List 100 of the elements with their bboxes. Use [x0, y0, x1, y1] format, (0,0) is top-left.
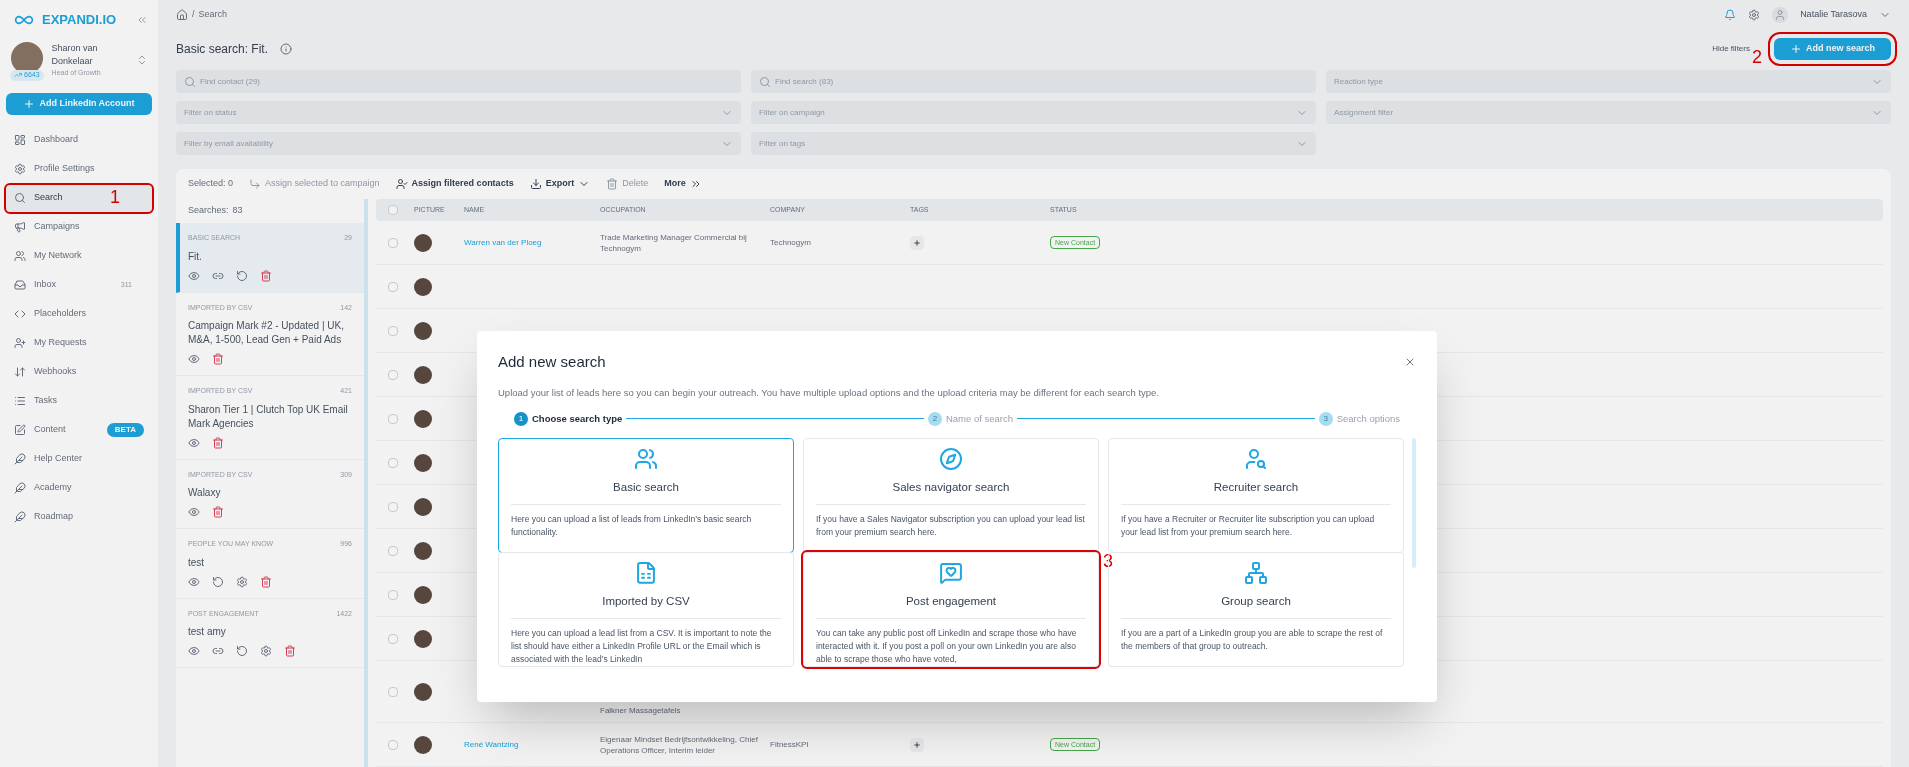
trend-icon	[14, 71, 22, 80]
user-icon	[395, 178, 408, 190]
avatar	[414, 682, 432, 701]
refresh-icon[interactable]	[236, 269, 248, 282]
nav-item[interactable]: My Network	[6, 242, 152, 270]
search-name: test amy	[188, 625, 227, 639]
avatar	[414, 585, 432, 604]
checkbox[interactable]	[388, 369, 398, 380]
settings-icon[interactable]	[236, 575, 248, 588]
checkbox[interactable]	[388, 237, 398, 248]
checkbox[interactable]	[388, 205, 398, 215]
home-icon[interactable]	[176, 8, 188, 21]
checkbox[interactable]	[388, 325, 398, 336]
add-tag-icon[interactable]	[910, 235, 924, 250]
checkbox[interactable]	[388, 501, 398, 512]
eye-icon[interactable]	[188, 269, 200, 282]
nav-item[interactable]: Dashboard	[6, 126, 152, 154]
nav-item[interactable]: Content BETA	[6, 416, 152, 444]
checkbox[interactable]	[388, 413, 398, 424]
nav-item[interactable]: Profile Settings	[6, 155, 152, 183]
trash-icon[interactable]	[260, 269, 272, 282]
search-icon	[184, 75, 196, 88]
trash-icon[interactable]	[212, 436, 224, 449]
breadcrumb-separator: /	[192, 7, 195, 21]
scrollbar[interactable]	[1412, 438, 1416, 568]
collapse-icon[interactable]	[136, 14, 148, 26]
search-type-card[interactable]: Post engagement You can take any public post off LinkedIn and scrape those who have interacted with it. If you post a poll on your own LinkedIn you are also able to scrape those who have voted,	[803, 552, 1099, 667]
nav-item[interactable]: Roadmap	[6, 503, 152, 531]
dashboard-icon	[14, 134, 26, 146]
card-description: You can take any public post off LinkedIn and scrape those who have interacted with it. If you post a poll on your own LinkedIn you are also able to scrape those who have voted,	[816, 627, 1078, 666]
eye-icon[interactable]	[188, 506, 200, 518]
toolbar-action[interactable]: Export	[529, 177, 591, 191]
settings-icon[interactable]	[260, 645, 272, 657]
add-tag-icon[interactable]	[910, 737, 924, 752]
checkbox[interactable]	[388, 589, 398, 600]
eye-icon[interactable]	[188, 436, 200, 449]
search-name: test	[188, 555, 206, 570]
settings-icon[interactable]	[1748, 8, 1761, 21]
checkbox[interactable]	[388, 686, 398, 697]
card-title: Basic search	[613, 480, 679, 495]
nav-item[interactable]: Webhooks	[6, 358, 152, 386]
hide-filters-link[interactable]: Hide filters	[1712, 42, 1750, 55]
user-name[interactable]: Natalie Tarasova	[1800, 7, 1867, 22]
nav-item[interactable]: Academy	[6, 474, 152, 502]
avatar	[414, 409, 432, 428]
avatar-icon	[1772, 6, 1789, 23]
eye-icon[interactable]	[188, 353, 200, 365]
arrows-icon	[14, 366, 26, 378]
avatar	[414, 453, 432, 472]
bell-icon[interactable]	[1724, 8, 1737, 21]
nav-item[interactable]: My Requests	[6, 329, 152, 357]
feather-icon	[14, 511, 26, 523]
eye-icon[interactable]	[188, 575, 200, 588]
checkbox[interactable]	[388, 739, 398, 750]
avatar	[414, 365, 432, 384]
user-name: Sharon van Donkelaar	[51, 42, 99, 68]
trash-icon[interactable]	[284, 645, 296, 657]
card-description: If you have a Recruiter or Recruiter lite subscription you can upload your lead list from your premium search here.	[1121, 513, 1376, 540]
checkbox[interactable]	[388, 281, 398, 292]
link-icon[interactable]	[212, 645, 224, 657]
annotation-number: 1	[110, 187, 120, 206]
users-icon	[14, 250, 26, 262]
trash-icon[interactable]	[260, 575, 272, 588]
search-type-card[interactable]: Imported by CSV Here you can upload a lead list from a CSV. It is important to note the list should have either a LinkedIn Profile URL or the Email which is associated with the lead’s LinkedIn	[498, 552, 794, 667]
group-icon	[1244, 561, 1268, 585]
card-title: Imported by CSV	[602, 593, 690, 609]
nav-item[interactable]: Help Center	[6, 445, 152, 473]
inbox-icon	[14, 279, 26, 291]
step-number: 2	[927, 411, 942, 426]
add-account-button[interactable]: Add LinkedIn Account	[6, 92, 152, 115]
contact-name[interactable]: Warren van der Ploeg	[464, 237, 542, 247]
checkbox[interactable]	[388, 633, 398, 644]
info-icon[interactable]	[280, 42, 293, 55]
search-name: Campaign Mark #2 - Updated | UK, M&A, 1-500, Lead Gen + Paid Ads	[188, 319, 345, 347]
user-search-icon	[1244, 447, 1268, 471]
card-title: Sales navigator search	[892, 480, 1010, 495]
company: FitnessKPI	[770, 739, 809, 749]
refresh-icon[interactable]	[212, 575, 224, 588]
trash-icon[interactable]	[212, 353, 224, 365]
occupation: Falkner Massagetafels	[600, 705, 682, 717]
occupation: Eigenaar Mindset Bedrijfsontwikkeling, Chief Operations Officer, Interim leider	[600, 733, 759, 756]
feather-icon	[14, 482, 26, 494]
toolbar-action[interactable]: Assign filtered contacts	[395, 177, 514, 191]
eye-icon[interactable]	[188, 645, 200, 657]
switch-icon[interactable]	[136, 54, 148, 66]
refresh-icon[interactable]	[236, 645, 248, 657]
nav-item[interactable]: Placeholders	[6, 300, 152, 328]
avatar	[414, 277, 432, 296]
trash-icon[interactable]	[212, 506, 224, 518]
nav-item[interactable]: Tasks	[6, 387, 152, 415]
page-title: Basic search: Fit.	[176, 40, 269, 58]
toolbar-action[interactable]: More	[664, 177, 702, 191]
contact-name[interactable]: René Wantzing	[464, 739, 519, 749]
step-number: 1	[514, 411, 528, 426]
checkbox[interactable]	[388, 457, 398, 468]
breadcrumb[interactable]: Search	[198, 7, 228, 22]
avatar	[414, 497, 432, 516]
checkbox[interactable]	[388, 545, 398, 556]
nav-item[interactable]: Campaigns	[6, 213, 152, 241]
card-description: Here you can upload a lead list from a CSV. It is important to note the list should have either a LinkedIn Profile URL or the Email which is associated with the lead’s LinkedIn	[511, 627, 773, 666]
